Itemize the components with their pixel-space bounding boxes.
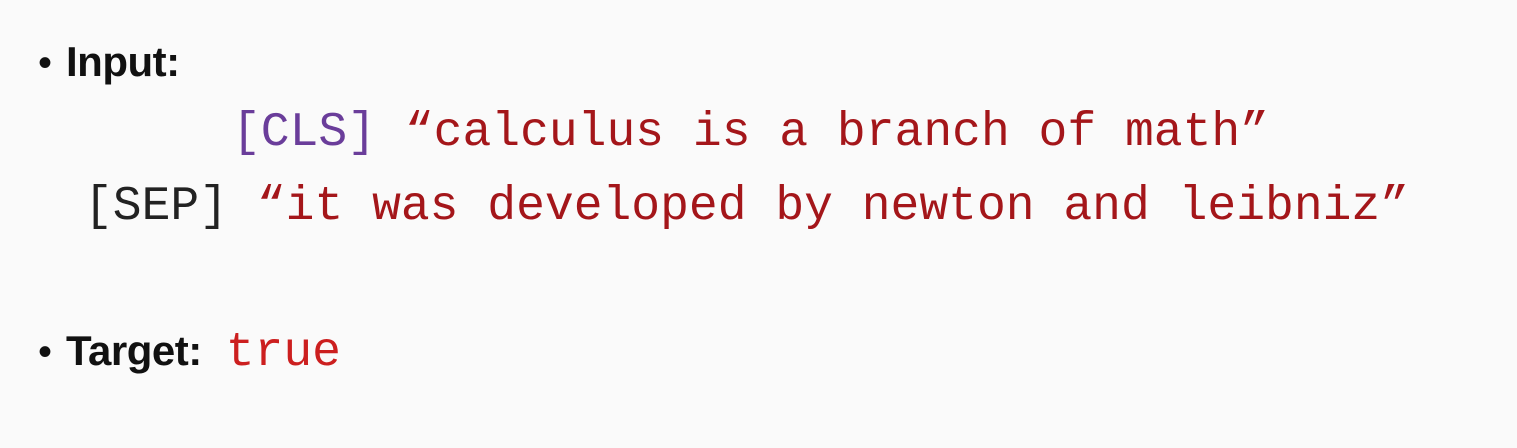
cls-token: [CLS] [232,106,377,160]
second-sentence: “it was developed by newton and leibniz” [256,180,1410,234]
target-bullet-item: • Target: true [38,326,341,380]
input-bullet-item: • Input: [38,38,180,86]
bullet-icon: • [38,41,53,85]
input-line-cls: [CLS] “calculus is a branch of math” [232,106,1269,160]
target-label: Target: [66,327,202,374]
input-line-sep: [SEP] “it was developed by newton and le… [84,180,1409,234]
input-label: Input: [66,38,180,85]
target-value: true [225,326,341,380]
sep-token: [SEP] [84,180,229,234]
first-sentence: “calculus is a branch of math” [404,106,1269,160]
bullet-icon: • [38,330,53,374]
